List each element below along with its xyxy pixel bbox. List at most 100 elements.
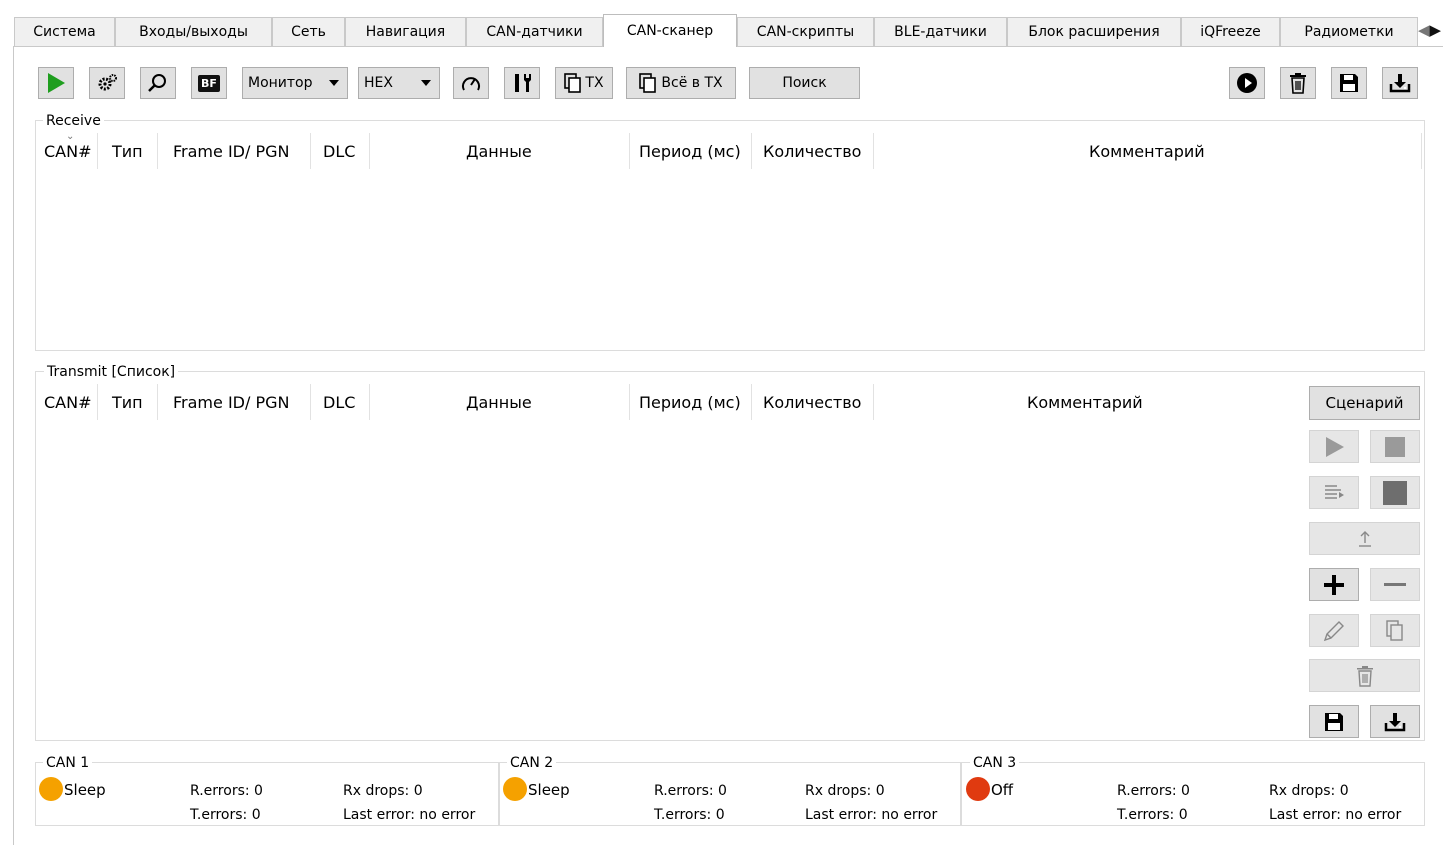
column-divider[interactable]: [751, 384, 752, 420]
transmit-stop-all-button[interactable]: [1370, 476, 1420, 509]
floppy-icon: [1325, 712, 1343, 731]
transmit-col-can[interactable]: CAN#: [44, 392, 92, 414]
scroll-left-icon[interactable]: ◀: [1418, 21, 1430, 39]
magnifier-icon: [148, 74, 166, 92]
column-divider[interactable]: [97, 384, 98, 420]
tab-iqfreeze[interactable]: iQFreeze: [1181, 17, 1280, 46]
column-divider[interactable]: [369, 384, 370, 420]
column-divider[interactable]: [1421, 133, 1422, 169]
add-frame-button[interactable]: [1309, 568, 1359, 601]
copy-icon: [564, 73, 582, 93]
settings-button[interactable]: [89, 67, 125, 99]
mode-select[interactable]: Монитор: [242, 67, 348, 99]
format-select[interactable]: HEX: [358, 67, 440, 99]
receive-col-type[interactable]: Тип: [112, 141, 143, 163]
column-divider[interactable]: [751, 133, 752, 169]
receive-col-dlc[interactable]: DLC: [323, 141, 355, 163]
chevron-down-icon: [421, 80, 431, 86]
transmit-col-dlc[interactable]: DLC: [323, 392, 355, 414]
download-icon: [1389, 74, 1411, 93]
receive-col-period[interactable]: Период (мс): [639, 141, 741, 163]
receive-col-count[interactable]: Количество: [763, 141, 861, 163]
copy-to-tx-button[interactable]: TX: [555, 67, 613, 99]
tab-sistema[interactable]: Система: [14, 17, 115, 46]
tab-navigation[interactable]: Навигация: [345, 17, 466, 46]
load-transmit-button[interactable]: [1370, 705, 1420, 738]
receive-col-comment[interactable]: Комментарий: [1089, 141, 1205, 163]
can2-r-errors: R.errors: 0: [654, 783, 727, 799]
speed-button[interactable]: [453, 67, 489, 99]
minus-icon: [1384, 582, 1406, 586]
delete-frame-button[interactable]: [1309, 659, 1420, 692]
save-receive-button[interactable]: [1331, 67, 1367, 99]
tab-ble-sensors[interactable]: BLE-датчики: [874, 17, 1007, 46]
column-divider[interactable]: [157, 384, 158, 420]
receive-col-can[interactable]: CAN#: [44, 141, 92, 163]
filter-button[interactable]: [140, 67, 176, 99]
start-button[interactable]: [38, 67, 74, 99]
transmit-stop-button[interactable]: [1370, 430, 1420, 463]
record-button[interactable]: [1229, 67, 1265, 99]
transmit-col-data[interactable]: Данные: [466, 392, 532, 414]
tab-can-scripts[interactable]: CAN-скрипты: [737, 17, 874, 46]
transmit-play-button[interactable]: [1309, 430, 1359, 463]
can1-t-errors: T.errors: 0: [190, 807, 261, 823]
load-receive-button[interactable]: [1382, 67, 1418, 99]
chevron-down-icon: [329, 80, 339, 86]
clear-receive-button[interactable]: [1280, 67, 1316, 99]
can3-state: Off: [991, 781, 1014, 799]
transmit-group: [35, 371, 1425, 741]
all-to-tx-label: Всё в TX: [661, 75, 723, 91]
transmit-col-comment[interactable]: Комментарий: [1027, 392, 1143, 414]
tab-network[interactable]: Сеть: [272, 17, 345, 46]
save-transmit-button[interactable]: [1309, 705, 1359, 738]
transmit-col-frame-id[interactable]: Frame ID/ PGN: [173, 392, 289, 414]
tab-scroll-arrows[interactable]: ◀▶: [1418, 18, 1443, 44]
column-divider[interactable]: [369, 133, 370, 169]
receive-col-data[interactable]: Данные: [466, 141, 532, 163]
column-divider[interactable]: [310, 384, 311, 420]
can1-r-errors: R.errors: 0: [190, 783, 263, 799]
can3-title: CAN 3: [970, 754, 1020, 772]
floppy-icon: [1340, 74, 1358, 92]
can3-last-error: Last error: no error: [1269, 807, 1402, 823]
move-up-button[interactable]: [1309, 522, 1420, 555]
column-divider[interactable]: [629, 384, 630, 420]
tab-expansion-unit[interactable]: Блок расширения: [1007, 17, 1181, 46]
scenario-button[interactable]: Сценарий: [1309, 386, 1420, 420]
remove-frame-button[interactable]: [1370, 568, 1420, 601]
column-divider[interactable]: [873, 133, 874, 169]
bitfield-button[interactable]: BF: [191, 67, 227, 99]
list-step-icon: [1325, 484, 1344, 499]
tools-button[interactable]: [504, 67, 540, 99]
tab-can-scanner[interactable]: CAN-сканер: [603, 14, 737, 47]
can2-last-error: Last error: no error: [805, 807, 938, 823]
can3-t-errors: T.errors: 0: [1117, 807, 1188, 823]
transmit-col-type[interactable]: Тип: [112, 392, 143, 414]
column-divider[interactable]: [873, 384, 874, 420]
search-button[interactable]: Поиск: [749, 67, 860, 99]
can1-title: CAN 1: [43, 754, 93, 772]
all-to-tx-button[interactable]: Всё в TX: [626, 67, 736, 99]
receive-col-frame-id[interactable]: Frame ID/ PGN: [173, 141, 289, 163]
tab-can-sensors[interactable]: CAN-датчики: [466, 17, 603, 46]
transmit-title: Transmit [Список]: [44, 363, 179, 381]
transmit-step-button[interactable]: [1309, 476, 1359, 509]
stop-icon: [1385, 436, 1405, 457]
arrow-up-icon: [1358, 530, 1371, 547]
column-divider[interactable]: [97, 133, 98, 169]
can1-last-error: Last error: no error: [343, 807, 476, 823]
mode-select-value: Монитор: [248, 75, 313, 91]
scenario-label: Сценарий: [1325, 394, 1404, 412]
copy-icon: [639, 73, 657, 93]
transmit-col-count[interactable]: Количество: [763, 392, 861, 414]
column-divider[interactable]: [629, 133, 630, 169]
tab-radiotags[interactable]: Радиометки: [1280, 17, 1418, 46]
edit-frame-button[interactable]: [1309, 614, 1359, 647]
copy-frame-button[interactable]: [1370, 614, 1420, 647]
tab-inputs-outputs[interactable]: Входы/выходы: [115, 17, 272, 46]
transmit-col-period[interactable]: Период (мс): [639, 392, 741, 414]
scroll-right-icon[interactable]: ▶: [1430, 21, 1442, 39]
column-divider[interactable]: [310, 133, 311, 169]
column-divider[interactable]: [157, 133, 158, 169]
